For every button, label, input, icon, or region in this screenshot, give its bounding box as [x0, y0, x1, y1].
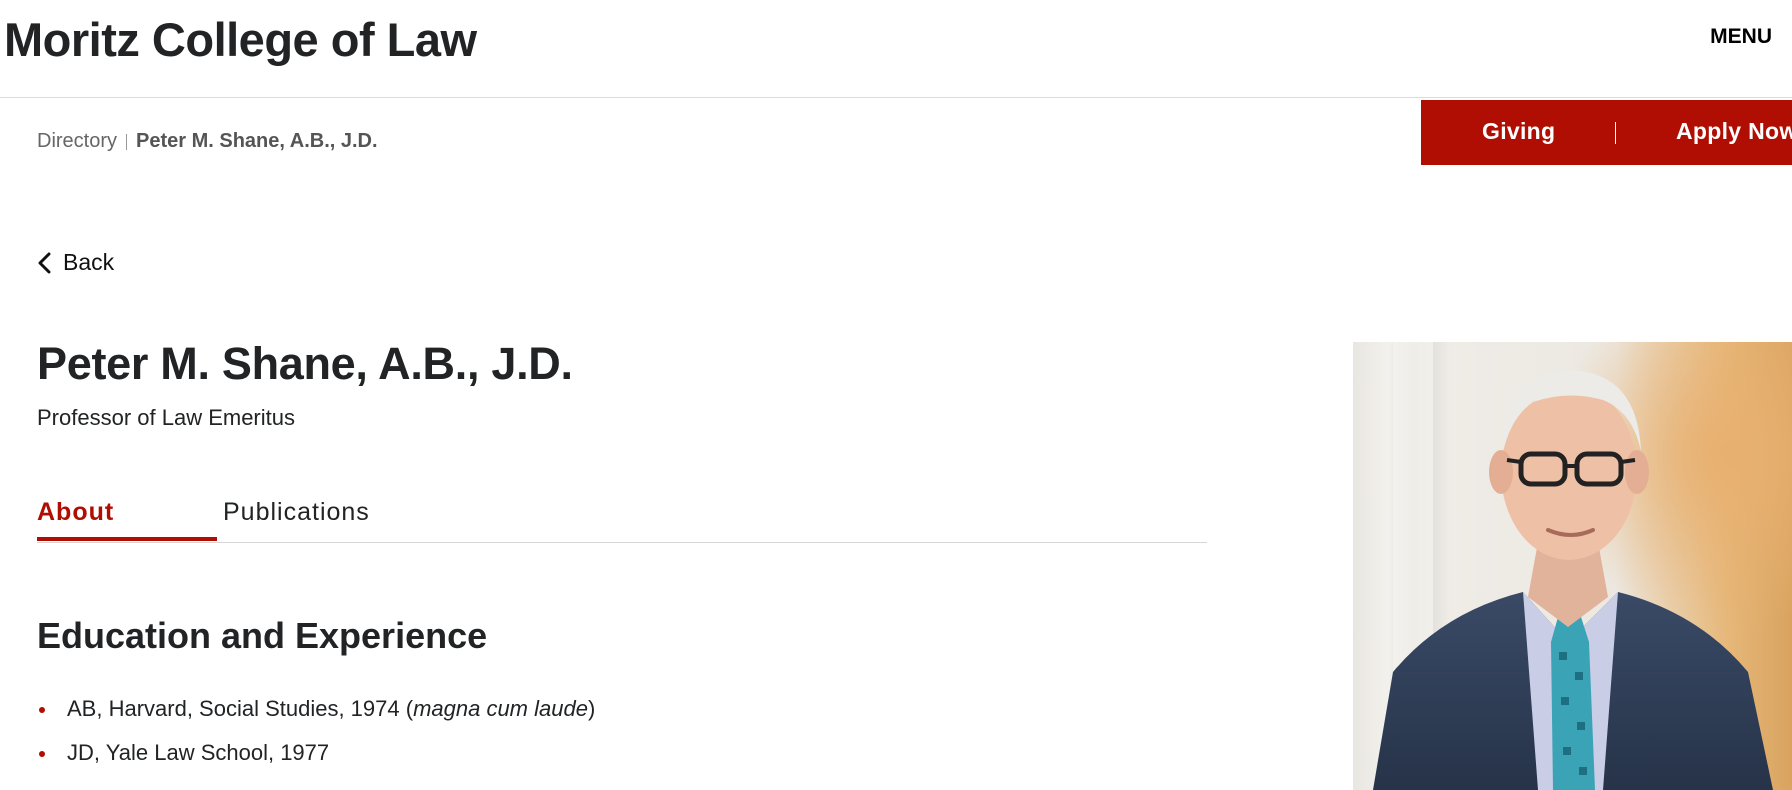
back-link[interactable]: Back — [37, 249, 114, 276]
person-title: Professor of Law Emeritus — [37, 405, 295, 430]
chevron-left-icon — [38, 252, 51, 273]
giving-button[interactable]: Giving — [1482, 118, 1555, 145]
profile-photo — [1353, 342, 1792, 790]
education-honor: magna cum laude — [413, 696, 588, 721]
portrait-illustration — [1353, 342, 1792, 790]
bullet-icon — [39, 707, 45, 713]
back-label: Back — [63, 249, 115, 275]
tab-about[interactable]: About — [37, 498, 114, 527]
breadcrumb-separator — [126, 133, 128, 150]
menu-button[interactable]: MENU — [1710, 25, 1772, 49]
list-item: JD, Yale Law School, 1977 — [37, 736, 595, 780]
tab-publications[interactable]: Publications — [223, 498, 370, 527]
cta-bar: Giving Apply Now — [1421, 100, 1792, 165]
bullet-icon — [39, 751, 45, 757]
site-title[interactable]: Moritz College of Law — [4, 12, 477, 67]
education-list: AB, Harvard, Social Studies, 1974 (magna… — [37, 692, 595, 780]
active-tab-indicator — [37, 537, 217, 541]
breadcrumb-current: Peter M. Shane, A.B., J.D. — [136, 130, 378, 152]
education-text: JD, Yale Law School, 1977 — [67, 740, 330, 765]
site-header: Moritz College of Law MENU — [0, 0, 1792, 98]
breadcrumb-directory-link[interactable]: Directory — [37, 130, 117, 153]
apply-now-button[interactable]: Apply Now — [1676, 118, 1792, 145]
profile-tabs: About Publications — [37, 492, 1207, 543]
list-item: AB, Harvard, Social Studies, 1974 (magna… — [37, 692, 595, 736]
section-heading: Education and Experience — [37, 615, 488, 656]
breadcrumb: Directory Peter M. Shane, A.B., J.D. — [37, 130, 378, 153]
page-title: Peter M. Shane, A.B., J.D. — [37, 338, 573, 389]
cta-divider — [1615, 122, 1616, 144]
education-text-end: ) — [587, 696, 596, 721]
education-text: AB, Harvard, Social Studies, 1974 ( — [67, 696, 414, 721]
